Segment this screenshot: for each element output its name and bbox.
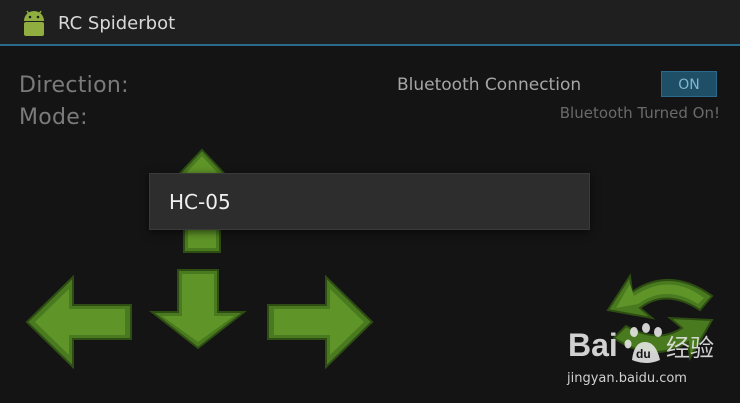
- app-screen: RC Spiderbot Direction: Mode: Bluetooth …: [0, 0, 740, 403]
- svg-text:经验: 经验: [666, 334, 714, 362]
- app-title: RC Spiderbot: [58, 13, 176, 34]
- svg-text:Bai: Bai: [568, 327, 618, 363]
- bluetooth-toggle[interactable]: ON: [661, 71, 717, 97]
- arrow-right-icon[interactable]: [266, 275, 374, 369]
- bluetooth-status-text: Bluetooth Turned On!: [559, 104, 720, 122]
- arrow-left-icon[interactable]: [25, 275, 133, 369]
- direction-label: Direction:: [19, 73, 129, 98]
- device-list-popup: HC-05: [149, 173, 590, 230]
- bluetooth-connection-label: Bluetooth Connection: [397, 75, 582, 95]
- mode-label: Mode:: [19, 105, 88, 130]
- svg-text:du: du: [636, 347, 651, 361]
- action-bar: RC Spiderbot: [0, 0, 740, 46]
- device-item-hc05[interactable]: HC-05: [169, 190, 231, 214]
- watermark-url: jingyan.baidu.com: [567, 371, 687, 386]
- arrow-down-icon[interactable]: [148, 268, 248, 350]
- baidu-logo-watermark: Bai du 经验: [568, 323, 714, 363]
- android-icon: [24, 10, 44, 36]
